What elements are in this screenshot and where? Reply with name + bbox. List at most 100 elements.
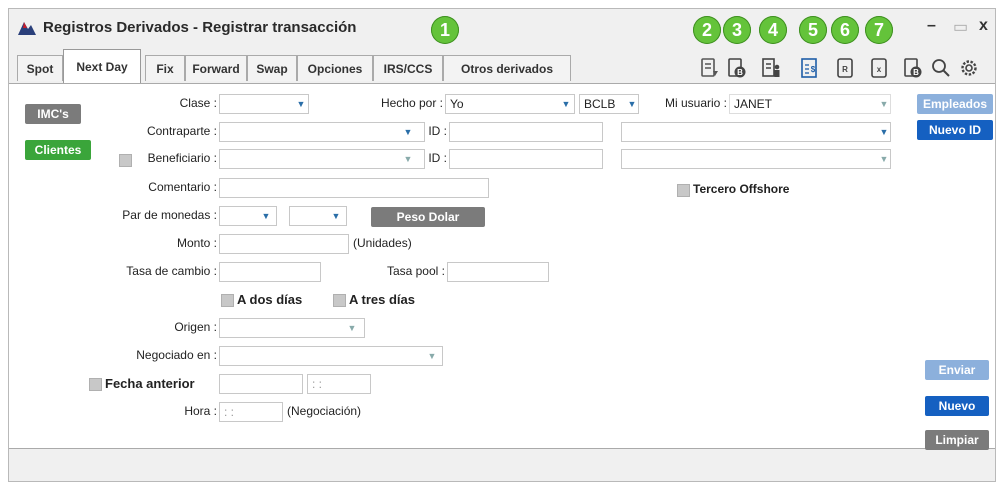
document-r-icon[interactable]: R xyxy=(835,57,855,79)
contraparte-extra-select[interactable] xyxy=(621,122,891,142)
tercero-offshore-label: Tercero Offshore xyxy=(693,182,790,196)
a-dos-dias-label: A dos días xyxy=(237,292,303,307)
hora-field[interactable]: : : xyxy=(219,402,283,422)
document-user-icon[interactable] xyxy=(761,57,781,79)
svg-text:$: $ xyxy=(811,65,816,74)
clientes-button[interactable]: Clientes xyxy=(25,140,91,160)
beneficiario-id-label: ID : xyxy=(428,151,447,165)
negociado-en-select[interactable] xyxy=(219,346,443,366)
tasa-cambio-label: Tasa de cambio : xyxy=(126,264,217,278)
unidades-label: (Unidades) xyxy=(353,236,412,250)
contraparte-id-field[interactable] xyxy=(449,122,603,142)
contraparte-dropdown-arrow-icon[interactable]: ▼ xyxy=(403,127,413,137)
mi-usuario-label: Mi usuario : xyxy=(664,96,727,110)
hecho-por-select[interactable]: Yo xyxy=(445,94,575,114)
fecha-anterior-label: Fecha anterior xyxy=(105,376,195,391)
minimize-button[interactable]: – xyxy=(927,17,936,35)
svg-text:B: B xyxy=(913,68,919,77)
fecha-anterior-checkbox[interactable] xyxy=(89,378,102,391)
search-icon[interactable] xyxy=(931,57,951,79)
beneficiario-dropdown-arrow-icon[interactable]: ▼ xyxy=(403,154,413,164)
beneficiario-label: Beneficiario : xyxy=(147,151,217,165)
callout-badge-2: 2 xyxy=(693,16,721,44)
contraparte-id-label: ID : xyxy=(428,124,447,138)
clase-label: Clase : xyxy=(179,96,217,110)
beneficiario-checkbox[interactable] xyxy=(119,154,132,167)
callout-badge-5: 5 xyxy=(799,16,827,44)
maximize-button[interactable]: ▭ xyxy=(953,17,968,37)
tercero-offshore-checkbox[interactable] xyxy=(677,184,690,197)
fecha-anterior-date-field[interactable] xyxy=(219,374,303,394)
svg-text:R: R xyxy=(842,65,848,74)
callout-badge-1: 1 xyxy=(431,16,459,44)
negociado-en-dropdown-arrow-icon[interactable]: ▼ xyxy=(427,351,437,361)
monto-field[interactable] xyxy=(219,234,349,254)
svg-text:x: x xyxy=(877,65,882,74)
comentario-field[interactable] xyxy=(219,178,489,198)
callout-badge-4: 4 xyxy=(759,16,787,44)
tasa-pool-label: Tasa pool : xyxy=(386,264,445,278)
tab-spot[interactable]: Spot xyxy=(17,55,63,81)
document-b-alt-icon[interactable]: B xyxy=(903,57,923,79)
tasa-pool-field[interactable] xyxy=(447,262,549,282)
document-dollar-icon[interactable]: $ xyxy=(799,57,819,79)
peso-dolar-button[interactable]: Peso Dolar xyxy=(371,207,485,227)
par-monedas-label: Par de monedas : xyxy=(122,208,217,222)
negociacion-label: (Negociación) xyxy=(287,404,362,418)
document-x-icon[interactable]: x xyxy=(869,57,889,79)
a-tres-dias-checkbox[interactable] xyxy=(333,294,346,307)
empleados-button[interactable]: Empleados xyxy=(917,94,993,114)
beneficiario-extra-dropdown-arrow-icon[interactable]: ▼ xyxy=(879,154,889,164)
beneficiario-extra-select[interactable] xyxy=(621,149,891,169)
contraparte-extra-dropdown-arrow-icon[interactable]: ▼ xyxy=(879,127,889,137)
app-window: Registros Derivados - Registrar transacc… xyxy=(8,8,996,482)
tasa-cambio-field[interactable] xyxy=(219,262,321,282)
a-tres-dias-label: A tres días xyxy=(349,292,415,307)
monto-label: Monto : xyxy=(176,236,217,250)
moneda-2-dropdown-arrow-icon[interactable]: ▼ xyxy=(331,211,341,221)
gear-icon[interactable] xyxy=(959,57,979,79)
title-bar: Registros Derivados - Registrar transacc… xyxy=(9,9,995,49)
svg-text:B: B xyxy=(737,68,743,77)
comentario-label: Comentario : xyxy=(148,180,217,194)
document-b-icon[interactable]: B xyxy=(727,57,747,79)
nuevo-button[interactable]: Nuevo xyxy=(925,396,989,416)
contraparte-label: Contraparte : xyxy=(146,124,217,138)
nuevo-id-button[interactable]: Nuevo ID xyxy=(917,120,993,140)
contraparte-select[interactable] xyxy=(219,122,425,142)
tab-opciones[interactable]: Opciones xyxy=(297,55,373,81)
beneficiario-select[interactable] xyxy=(219,149,425,169)
limpiar-button[interactable]: Limpiar xyxy=(925,430,989,450)
mi-usuario-select[interactable]: JANET xyxy=(729,94,891,114)
window-title: Registros Derivados - Registrar transacc… xyxy=(43,19,357,36)
origen-select[interactable] xyxy=(219,318,365,338)
beneficiario-id-field[interactable] xyxy=(449,149,603,169)
a-dos-dias-checkbox[interactable] xyxy=(221,294,234,307)
fecha-anterior-time-field[interactable]: : : xyxy=(307,374,371,394)
hora-label: Hora : xyxy=(184,404,217,418)
tab-irs-ccs[interactable]: IRS/CCS xyxy=(373,55,443,81)
origen-label: Origen : xyxy=(174,320,217,334)
tab-forward[interactable]: Forward xyxy=(185,55,247,81)
clase-dropdown-arrow-icon[interactable]: ▼ xyxy=(296,99,306,109)
enviar-button[interactable]: Enviar xyxy=(925,360,989,380)
form-panel: IMC's Clientes Clase : ▼ Hecho por : Yo … xyxy=(9,83,995,450)
negociado-en-label: Negociado en : xyxy=(136,348,217,362)
callout-badge-6: 6 xyxy=(831,16,859,44)
mi-usuario-dropdown-arrow-icon[interactable]: ▼ xyxy=(879,99,889,109)
document-lines-icon[interactable] xyxy=(699,57,719,79)
hecho-por-label: Hecho por : xyxy=(380,96,443,110)
tab-next-day[interactable]: Next Day xyxy=(63,49,141,83)
hecho-por-dropdown-arrow-icon[interactable]: ▼ xyxy=(561,99,571,109)
origen-dropdown-arrow-icon[interactable]: ▼ xyxy=(347,323,357,333)
tab-swap[interactable]: Swap xyxy=(247,55,297,81)
callout-badge-3: 3 xyxy=(723,16,751,44)
moneda-1-dropdown-arrow-icon[interactable]: ▼ xyxy=(261,211,271,221)
close-button[interactable]: x xyxy=(979,17,988,35)
callout-badge-7: 7 xyxy=(865,16,893,44)
tab-fix[interactable]: Fix xyxy=(145,55,185,81)
bclb-dropdown-arrow-icon[interactable]: ▼ xyxy=(627,99,637,109)
app-logo-icon xyxy=(18,22,36,35)
tab-otros-derivados[interactable]: Otros derivados xyxy=(443,55,571,81)
imcs-button[interactable]: IMC's xyxy=(25,104,81,124)
